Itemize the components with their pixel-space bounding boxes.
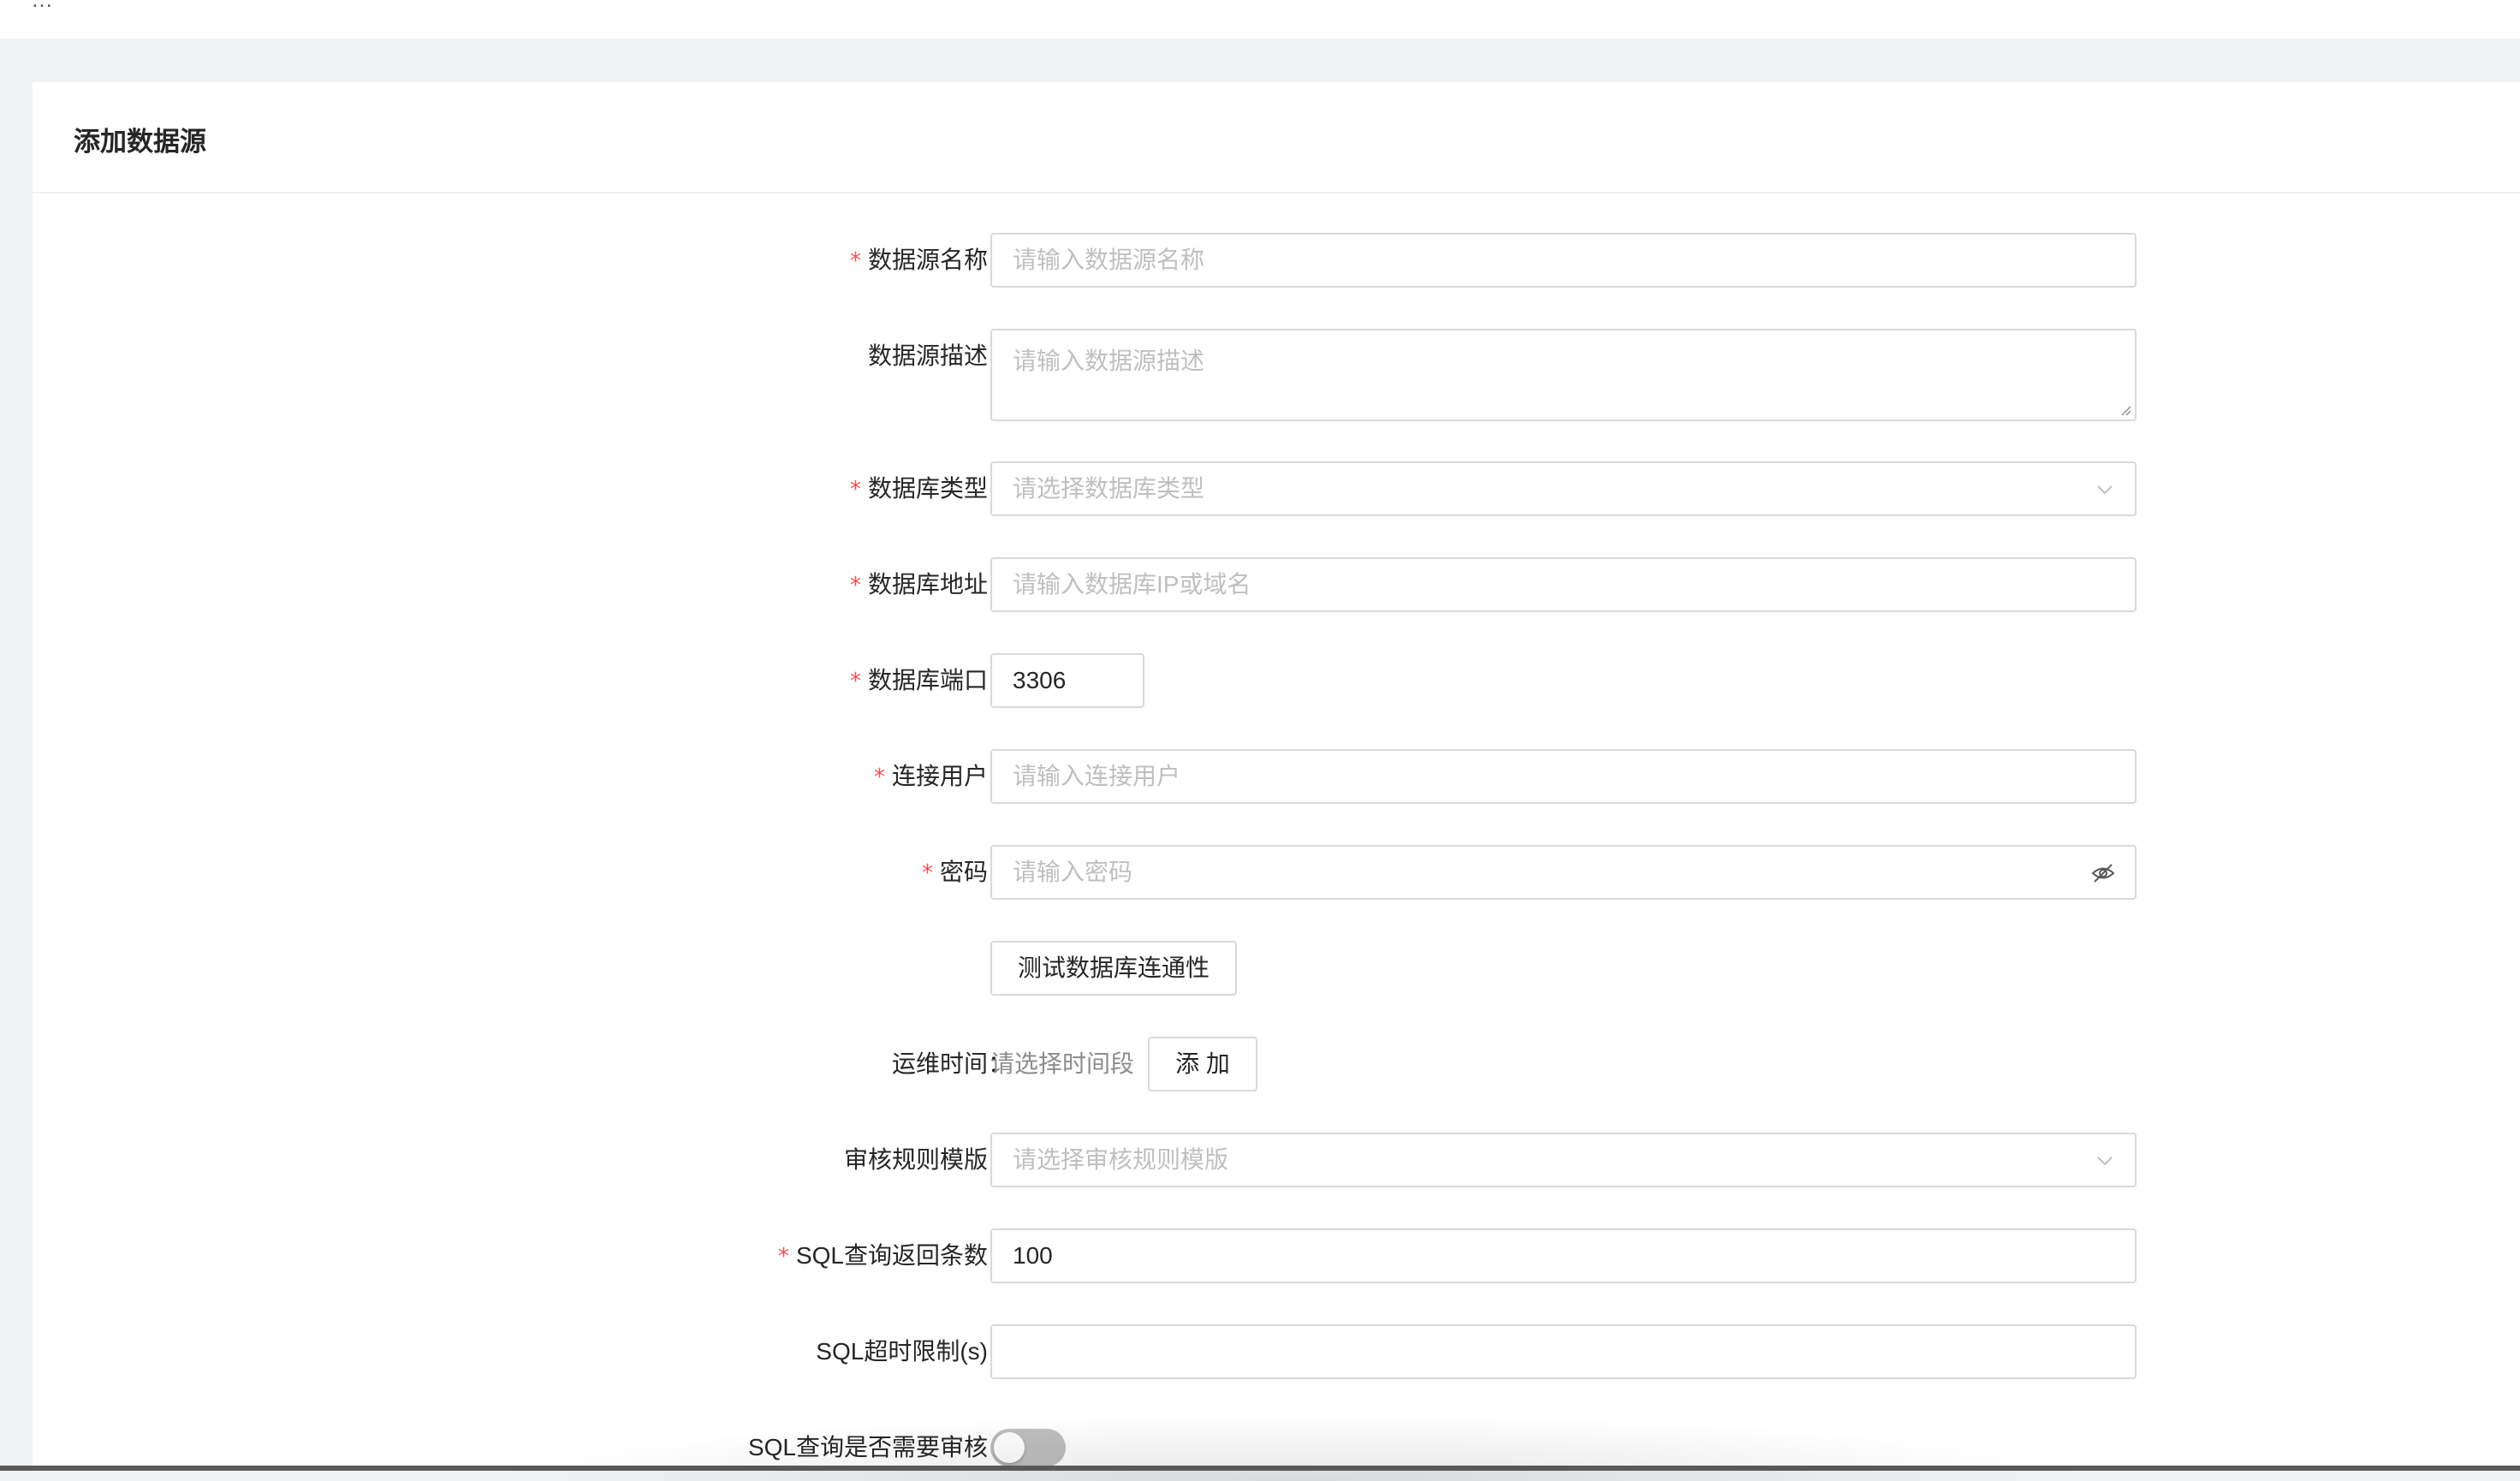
name-label: *数据源名称： [849,247,1012,274]
sql-limit-label: *SQL查询返回条数： [777,1242,1012,1270]
password-input[interactable]: 请输入密码 [990,845,2137,900]
db-type-select[interactable]: 请选择数据库类型 [990,461,2137,516]
top-notice-bar: … [0,0,2520,39]
sql-limit-input[interactable]: 100 [990,1228,2137,1283]
sql-timeout-input[interactable] [990,1324,2137,1379]
eye-invisible-icon[interactable] [2090,860,2116,886]
sql-audit-switch[interactable] [990,1429,1066,1466]
name-input[interactable]: 请输入数据源名称 [990,233,2137,288]
audit-template-label: 审核规则模版： [843,1146,1012,1173]
chevron-down-icon [2097,485,2113,495]
switch-knob [994,1432,1025,1463]
chevron-down-icon [2097,1157,2113,1166]
description-textarea[interactable]: 请输入数据源描述 [990,329,2137,421]
audit-template-select[interactable]: 请选择审核规则模版 [990,1133,2137,1187]
host-input[interactable]: 请输入数据库IP或域名 [990,557,2137,612]
add-datasource-card: 添加数据源 *数据源名称： 请输入数据源名称 数据源描述： 请输入数据源描述 *… [33,82,2520,1471]
user-input[interactable]: 请输入连接用户 [990,749,2137,804]
required-mark: * [849,248,861,274]
add-ops-time-button[interactable]: 添 加 [1148,1037,1257,1091]
window-bottom-edge [0,1466,2520,1471]
top-notice-text: … [31,0,53,13]
page-title: 添加数据源 [74,127,206,157]
test-connection-button[interactable]: 测试数据库连通性 [990,941,1237,996]
host-label: *数据库地址： [849,571,1012,598]
card-header: 添加数据源 [33,82,2520,193]
port-input[interactable]: 3306 [990,653,1144,708]
port-label: *数据库端口： [849,667,1012,694]
db-type-label: *数据库类型： [849,475,1012,503]
resize-grip-icon[interactable] [2119,404,2131,416]
sql-timeout-label: SQL超时限制(s)： [816,1338,1012,1365]
ops-time-hint: 请选择时间段 [990,1050,1135,1077]
